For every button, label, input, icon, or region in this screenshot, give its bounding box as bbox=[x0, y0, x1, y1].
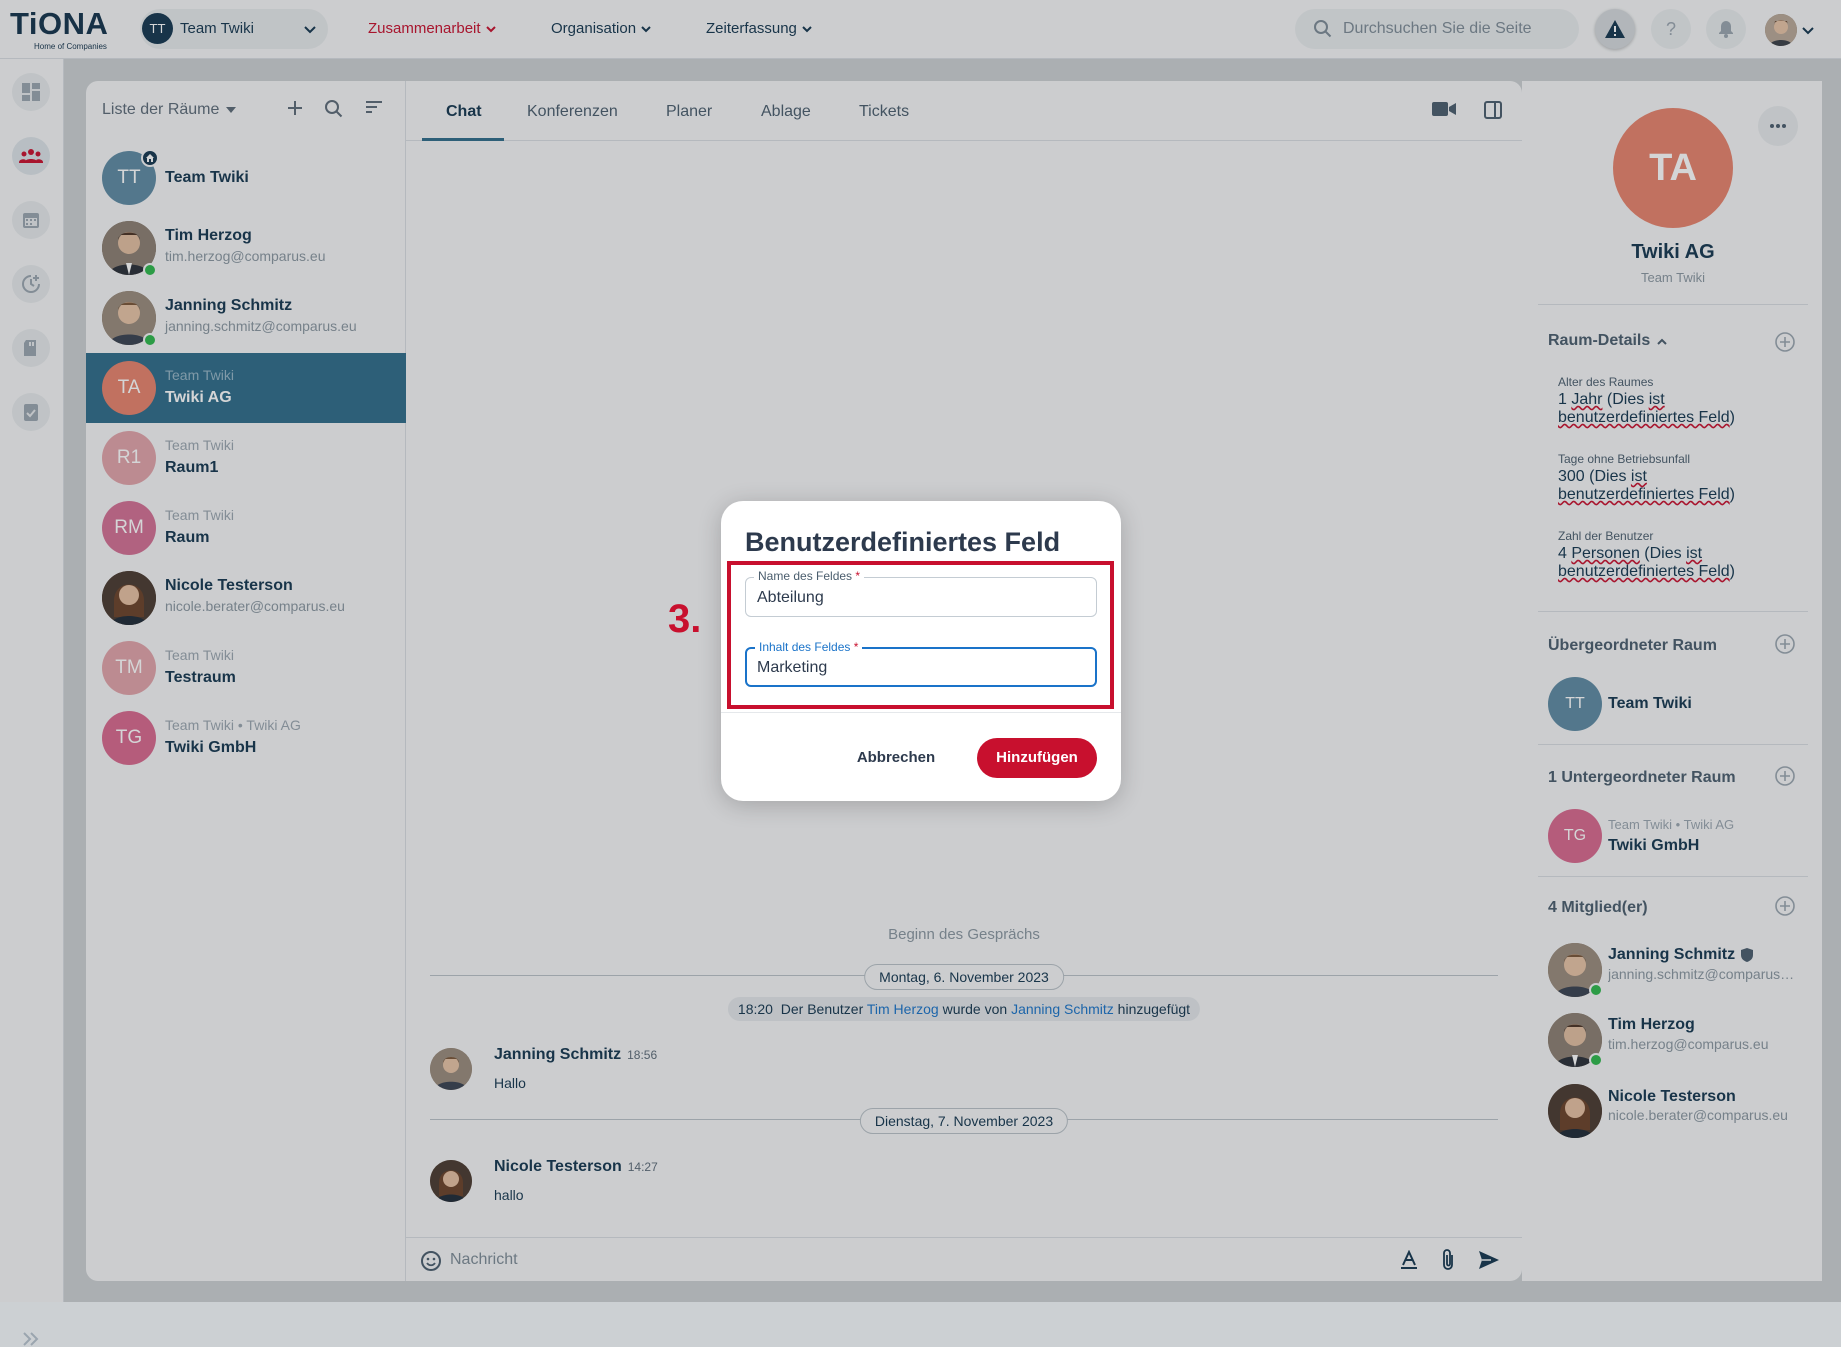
annotation-step-number: 3. bbox=[668, 597, 702, 641]
expand-icon[interactable] bbox=[22, 1331, 40, 1347]
cancel-button[interactable]: Abbrechen bbox=[843, 739, 949, 777]
dialog-title: Benutzerdefiniertes Feld bbox=[745, 527, 1061, 557]
add-button[interactable]: Hinzufügen bbox=[977, 738, 1097, 778]
annotation-highlight-box bbox=[727, 561, 1114, 709]
divider bbox=[721, 712, 1121, 713]
